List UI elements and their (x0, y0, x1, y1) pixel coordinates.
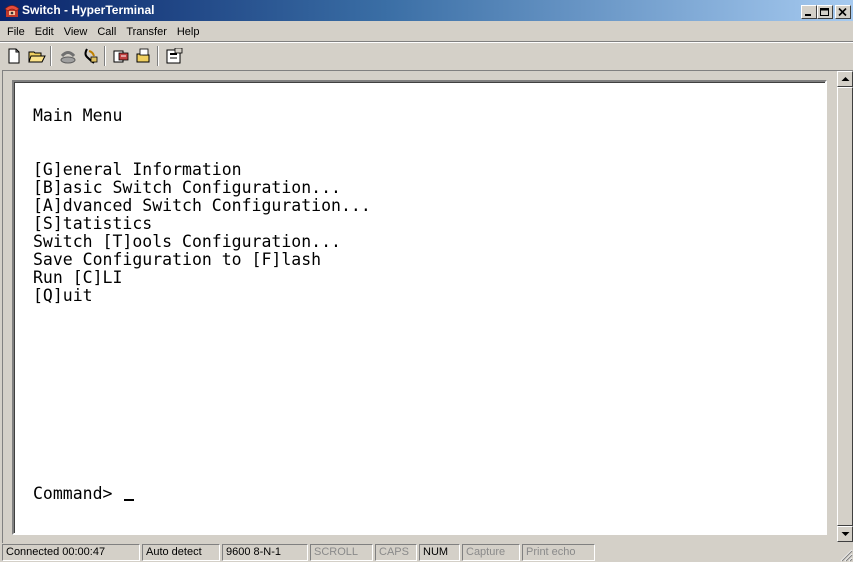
toolbar-separator (157, 46, 159, 66)
scroll-down-button[interactable] (837, 526, 853, 542)
command-prompt: Command> (33, 484, 123, 503)
toolbar-separator (104, 46, 106, 66)
menu-option-basic: [B]asic Switch Configuration... (33, 178, 341, 197)
menu-option-quit: [Q]uit (33, 286, 93, 305)
menu-file[interactable]: File (2, 23, 30, 41)
status-capture: Capture (462, 544, 520, 561)
status-connected: Connected 00:00:47 (2, 544, 140, 561)
disconnect-button[interactable] (79, 45, 101, 67)
close-icon (838, 8, 847, 17)
status-num: NUM (419, 544, 460, 561)
menu-option-save: Save Configuration to [F]lash (33, 250, 322, 269)
open-button[interactable] (25, 45, 47, 67)
minimize-icon (805, 14, 811, 16)
terminal-inner: Main Menu [G]eneral Information [B]asic … (14, 82, 825, 533)
arrow-down-icon (841, 532, 850, 536)
receive-file-icon (136, 48, 150, 63)
menu-option-tools: Switch [T]ools Configuration... (33, 232, 341, 251)
menu-option-advanced: [A]dvanced Switch Configuration... (33, 196, 371, 215)
terminal-screen[interactable]: Main Menu [G]eneral Information [B]asic … (12, 80, 827, 535)
menu-transfer[interactable]: Transfer (121, 23, 172, 41)
scrollbar-thumb[interactable] (837, 87, 853, 526)
send-button[interactable] (110, 45, 132, 67)
menu-edit[interactable]: Edit (30, 23, 59, 41)
text-cursor (124, 499, 135, 501)
send-file-icon (113, 50, 129, 63)
properties-button[interactable] (163, 45, 185, 67)
resize-grip-icon[interactable] (839, 548, 853, 562)
receive-button[interactable] (132, 45, 154, 67)
window-title: Switch - HyperTerminal (22, 3, 155, 17)
maximize-button[interactable] (817, 5, 833, 19)
scroll-up-button[interactable] (837, 71, 853, 87)
open-folder-icon (28, 51, 46, 63)
hyperterminal-phone-icon[interactable] (4, 3, 20, 18)
title-bar: Switch - HyperTerminal (0, 0, 853, 21)
phone-connect-icon (60, 51, 76, 64)
status-print-echo: Print echo (522, 544, 595, 561)
status-caps: CAPS (375, 544, 417, 561)
status-bar: Connected 00:00:47 Auto detect 9600 8-N-… (0, 543, 853, 562)
status-scroll: SCROLL (310, 544, 373, 561)
menu-view[interactable]: View (59, 23, 93, 41)
menu-option-statistics: [S]tatistics (33, 214, 153, 233)
properties-icon (166, 48, 183, 64)
menu-option-cli: Run [C]LI (33, 268, 123, 287)
menu-option-general: [G]eneral Information (33, 160, 242, 179)
maximize-icon (820, 8, 829, 16)
status-settings: 9600 8-N-1 (222, 544, 308, 561)
terminal-area: Main Menu [G]eneral Information [B]asic … (2, 70, 853, 543)
minimize-button[interactable] (801, 5, 817, 19)
menu-heading: Main Menu (33, 106, 123, 125)
new-document-icon (8, 48, 20, 64)
connect-button[interactable] (56, 45, 78, 67)
phone-disconnect-icon (84, 48, 98, 64)
menu-call[interactable]: Call (92, 23, 121, 41)
toolbar-separator (50, 46, 52, 66)
menu-bar: File Edit View Call Transfer Help (0, 22, 853, 41)
vertical-scrollbar[interactable] (837, 71, 853, 542)
command-line[interactable]: Command> (33, 484, 135, 503)
close-button[interactable] (835, 5, 851, 19)
menu-help[interactable]: Help (172, 23, 205, 41)
arrow-up-icon (841, 77, 850, 81)
toolbar (0, 41, 853, 69)
new-connection-button[interactable] (3, 45, 25, 67)
status-detect: Auto detect (142, 544, 220, 561)
